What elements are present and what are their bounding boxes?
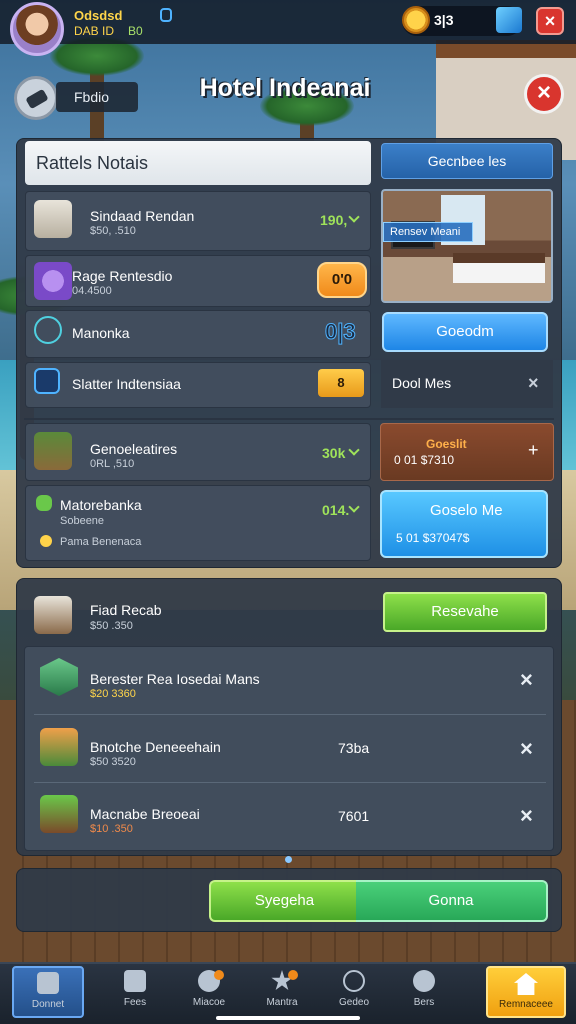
coin-icon <box>40 535 52 547</box>
nav-item-fees[interactable]: Fees <box>99 966 171 1018</box>
plus-icon[interactable]: + <box>528 440 539 461</box>
refresh-icon <box>34 316 62 344</box>
flower-icon <box>34 262 72 300</box>
player-avatar[interactable] <box>10 2 64 56</box>
chair-icon <box>34 200 72 238</box>
segment-right-button[interactable]: Gonna <box>356 880 548 922</box>
garden-icon <box>40 795 78 833</box>
close-icon[interactable]: × <box>520 803 533 829</box>
page-title: Hotel Indeanai <box>199 74 371 102</box>
row-value: 014. <box>322 502 350 518</box>
gift-chip[interactable]: 8 <box>318 369 364 397</box>
nav-label: Miacoe <box>192 997 226 1008</box>
tab-button[interactable]: Gecnbee les <box>381 143 553 179</box>
offer-sub: 0 01 $7310 <box>394 453 455 467</box>
section-sub: $50 .350 <box>90 620 133 632</box>
gem-icon[interactable] <box>496 7 522 33</box>
nav-item-mantra[interactable]: Mantra <box>246 966 318 1018</box>
list-item-sub: $20 3360 <box>90 688 136 700</box>
room-action-button[interactable]: Goeodm <box>382 312 548 352</box>
offer-title: Goeslit <box>426 437 467 451</box>
search-value: Rattels Notais <box>36 153 149 173</box>
nav-label: Fees <box>123 997 147 1008</box>
back-label: Fbdio <box>74 89 110 105</box>
row-sub: 04.4500 <box>72 285 112 297</box>
notification-badge <box>214 970 224 980</box>
list-item-value: 73ba <box>338 740 370 756</box>
nav-label: Bers <box>413 997 435 1008</box>
divider <box>24 418 554 420</box>
nav-item-donnet[interactable]: Donnet <box>12 966 84 1018</box>
row-title: Genoeleatires <box>90 441 178 457</box>
close-icon[interactable]: × <box>528 373 539 394</box>
cyan-offer-card[interactable] <box>380 490 548 558</box>
reserve-button[interactable]: Resevahe <box>383 592 547 632</box>
segment-left-button[interactable]: Syegeha <box>209 880 358 922</box>
basket-icon <box>40 728 78 766</box>
row-title: Manonka <box>72 325 130 341</box>
globe-icon <box>343 970 365 992</box>
nav-label: Gedeo <box>338 997 370 1008</box>
row-sub2: Pama Benenaca <box>60 536 142 548</box>
nav-item-miacoe[interactable]: Miacoe <box>173 966 245 1018</box>
list-item-value: 7601 <box>338 808 370 824</box>
room-bed <box>453 253 545 283</box>
list-item-title: Bnotche Deneeehain <box>90 739 221 755</box>
row-sub: $50, .510 <box>90 225 136 237</box>
row-title: Slatter Indtensiaa <box>72 376 181 392</box>
player-name: Odsdsd <box>74 8 123 23</box>
row-sub: Sobeene <box>60 515 105 527</box>
chest-icon <box>34 432 72 470</box>
row-title: Sindaad Rendan <box>90 208 195 224</box>
house-icon <box>514 973 538 995</box>
room-preview-image[interactable] <box>381 189 553 303</box>
row-title: Rage Rentesdio <box>72 268 173 284</box>
nav-item-bers[interactable]: Bers <box>388 966 460 1018</box>
back-button[interactable] <box>14 76 58 120</box>
leaf-icon <box>36 495 52 511</box>
cyan-offer-sub: 5 01 $37047$ <box>396 531 470 545</box>
divider <box>34 714 546 715</box>
list-item-title: Berester Rea Iosedai Mans <box>90 671 260 687</box>
list-icon <box>124 970 146 992</box>
row-value: 30k <box>322 445 346 461</box>
gear-icon <box>413 970 435 992</box>
list-item-sub: $10 .350 <box>90 823 133 835</box>
section-title: Fiad Recab <box>90 602 162 618</box>
close-icon[interactable]: × <box>520 736 533 762</box>
row-sub: 0RL ,510 <box>90 458 135 470</box>
home-indicator[interactable] <box>216 1016 360 1020</box>
row-value: 190, <box>320 212 348 228</box>
player-level-icon <box>160 8 172 22</box>
list-item-sub: $50 3520 <box>90 756 136 768</box>
edit-icon <box>34 368 60 394</box>
price-chip[interactable]: 0'0 <box>317 262 367 298</box>
player-sub-a: DAB ID <box>74 24 115 38</box>
nav-label: Remnaceee <box>499 999 553 1010</box>
notification-badge <box>288 970 298 980</box>
list-item-title: Macnabe Breoeai <box>90 806 200 822</box>
player-sub-b: B0 <box>128 24 143 38</box>
coin-amount: 3|3 <box>434 12 454 28</box>
bed-icon <box>34 596 72 634</box>
coin-icon <box>402 6 430 34</box>
list-item[interactable] <box>25 423 371 481</box>
room-badge: Rensev Meani <box>383 222 473 242</box>
nav-label: Mantra <box>266 997 298 1008</box>
nav-item-gedeo[interactable]: Gedeo <box>318 966 390 1018</box>
home-icon <box>37 972 59 994</box>
close-icon[interactable]: × <box>536 7 564 35</box>
dark-row-label: Dool Mes <box>392 375 452 391</box>
cyan-offer-title: Goselo Me <box>430 502 503 519</box>
nav-label: Donnet <box>31 999 65 1010</box>
divider <box>34 782 546 783</box>
close-icon[interactable]: × <box>520 667 533 693</box>
level-chip: 0|3 <box>325 319 357 345</box>
row-title: Matorebanka <box>60 497 142 513</box>
page-indicator-dot[interactable] <box>285 856 292 863</box>
close-panel-button[interactable]: × <box>524 74 564 114</box>
nav-item-home[interactable]: Remnaceee <box>486 966 566 1018</box>
